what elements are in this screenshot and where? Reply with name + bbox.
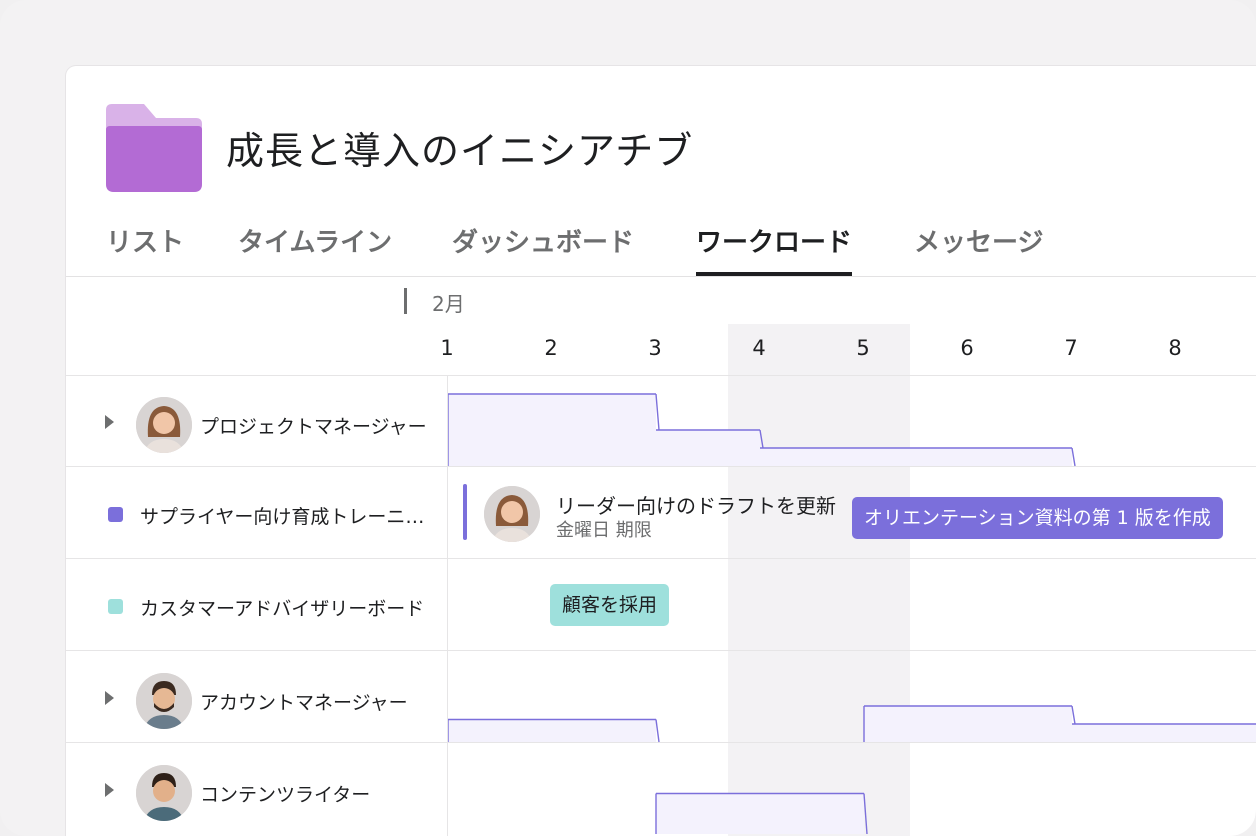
workload-segment xyxy=(656,793,760,834)
month-label: 2月 xyxy=(432,292,465,316)
workload-segment xyxy=(448,394,552,466)
workload-segment xyxy=(864,706,968,742)
day-header: 6 xyxy=(960,336,974,360)
avatar xyxy=(136,673,192,729)
app-frame: 成長と導入のイニシアチブ リスト タイムライン ダッシュボード ワークロード メ… xyxy=(0,0,1256,836)
tab-list[interactable]: リスト xyxy=(106,222,184,274)
workload-segment xyxy=(552,719,656,742)
task-title[interactable]: リーダー向けのドラフトを更新 xyxy=(556,490,836,519)
workload-step xyxy=(1071,447,1076,467)
avatar xyxy=(484,486,540,542)
workload-step xyxy=(759,429,764,449)
tab-messages[interactable]: メッセージ xyxy=(914,222,1043,274)
workload-segment xyxy=(1176,724,1256,742)
expand-caret-icon[interactable] xyxy=(105,415,114,429)
day-header: 4 xyxy=(752,336,766,360)
workload-segment xyxy=(552,394,656,466)
day-header: 7 xyxy=(1064,336,1078,360)
workload-segment xyxy=(760,448,864,466)
day-header: 3 xyxy=(648,336,662,360)
task-due-date: 金曜日 期限 xyxy=(556,520,652,541)
workload-segment xyxy=(864,448,968,466)
workload-step xyxy=(655,719,660,743)
workload-step xyxy=(655,393,660,431)
avatar xyxy=(136,397,192,453)
row-label-customer-advisory-board[interactable]: カスタマーアドバイザリーボード xyxy=(140,594,424,621)
task-accent-bar xyxy=(463,484,467,540)
day-header: 1 xyxy=(440,336,454,360)
view-tabs: リスト タイムライン ダッシュボード ワークロード メッセージ xyxy=(106,218,1256,276)
task-pill-orientation[interactable]: オリエンテーション資料の第 1 版を作成 xyxy=(852,497,1223,539)
workload-segment xyxy=(1072,724,1176,742)
tab-dashboard[interactable]: ダッシュボード xyxy=(452,222,634,274)
workload-step xyxy=(1071,705,1076,725)
day-header: 2 xyxy=(544,336,558,360)
row-label-content-writer: コンテンツライター xyxy=(200,784,371,806)
avatar xyxy=(136,765,192,821)
tab-workload[interactable]: ワークロード xyxy=(696,222,853,276)
row-label-account-manager: アカウントマネージャー xyxy=(200,692,408,714)
expand-caret-icon[interactable] xyxy=(105,691,114,705)
workload-segment xyxy=(968,448,1072,466)
workload-segment xyxy=(968,706,1072,742)
expand-caret-icon[interactable] xyxy=(105,783,114,797)
workload-segment xyxy=(760,793,864,834)
row-label-supplier-training[interactable]: サプライヤー向け育成トレーニ… xyxy=(140,502,424,529)
row-label-project-manager: プロジェクトマネージャー xyxy=(200,416,427,438)
workload-segment xyxy=(656,430,760,466)
task-pill-customer[interactable]: 顧客を採用 xyxy=(550,584,670,626)
project-card: 成長と導入のイニシアチブ リスト タイムライン ダッシュボード ワークロード メ… xyxy=(66,66,1256,836)
tab-timeline[interactable]: タイムライン xyxy=(238,222,392,274)
workload-segment xyxy=(448,719,552,742)
workload-step xyxy=(863,793,868,835)
folder-icon xyxy=(106,104,202,192)
project-color-square xyxy=(108,507,123,522)
project-title: 成長と導入のイニシアチブ xyxy=(226,129,694,173)
day-header: 8 xyxy=(1168,336,1182,360)
tabs-divider xyxy=(66,276,1256,277)
month-marker xyxy=(404,288,407,314)
day-header: 5 xyxy=(856,336,870,360)
project-color-square xyxy=(108,599,123,614)
